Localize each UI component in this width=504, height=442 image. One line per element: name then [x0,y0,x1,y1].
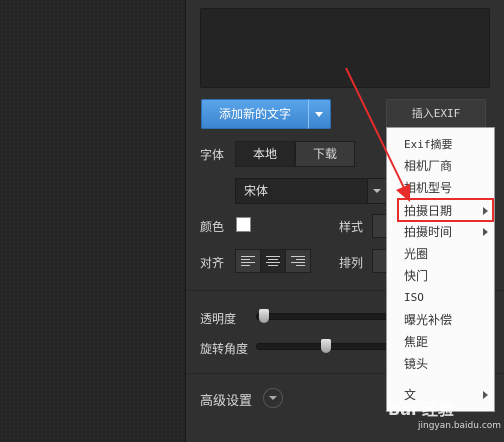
watermark-sub: jingyan.baidu.com [418,421,502,431]
baidu-watermark: Bai 经验 jingyan.baidu.com [384,394,502,440]
watermark-main: Bai 经验 [388,400,455,419]
annotation-arrow-icon [345,67,410,202]
